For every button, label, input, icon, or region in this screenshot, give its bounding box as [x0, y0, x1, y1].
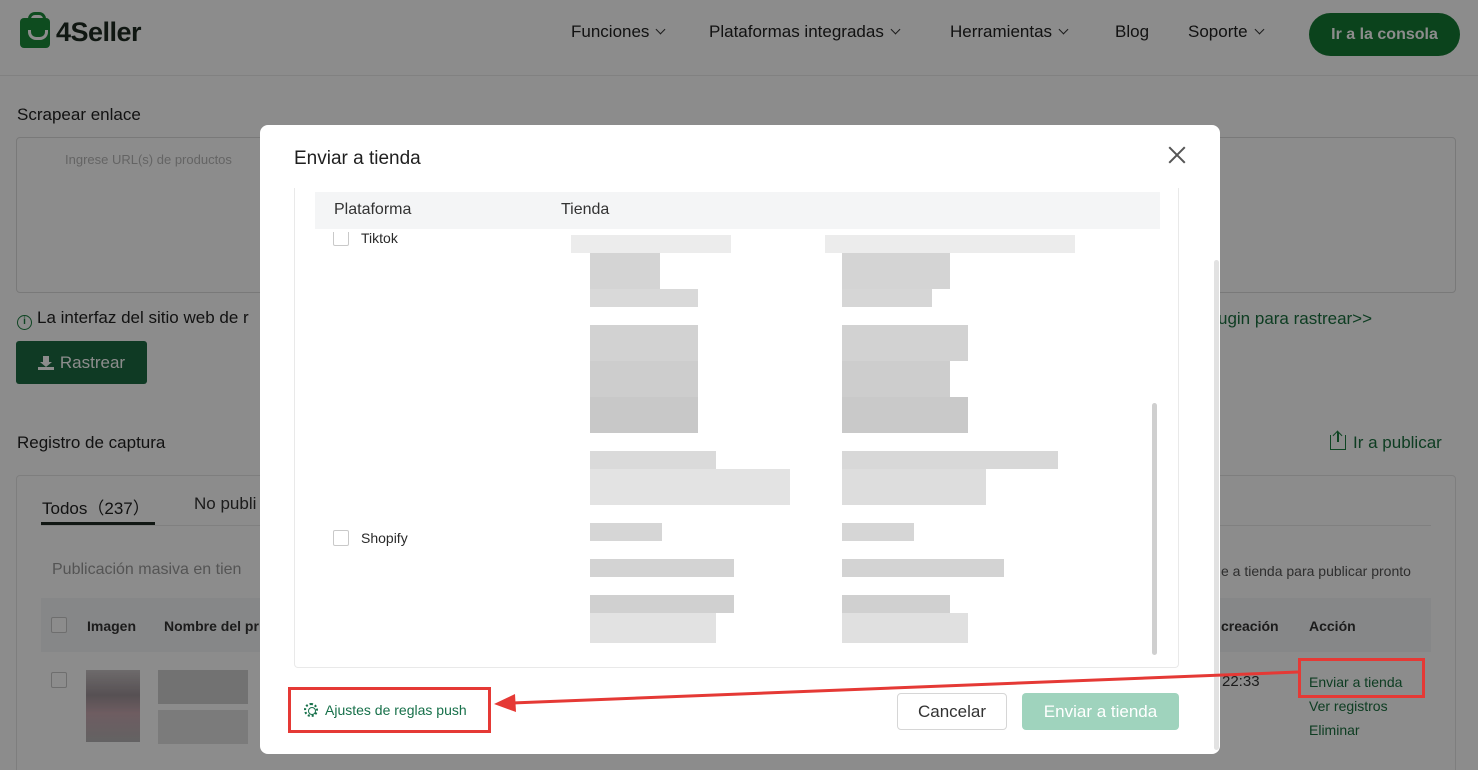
annotation-arrow: [494, 670, 1299, 712]
